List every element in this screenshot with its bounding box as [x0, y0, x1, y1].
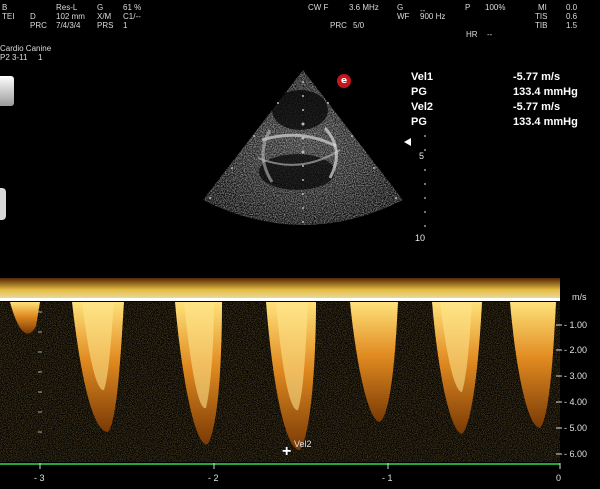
- doppler-spectrum[interactable]: [0, 272, 600, 489]
- time-label-minus2: - 2: [208, 473, 219, 483]
- velocity-tick-2: - 2.00: [564, 345, 588, 355]
- echo-sector-image[interactable]: [0, 0, 600, 270]
- velocity-tick-3: - 3.00: [564, 371, 588, 381]
- velocity-tick-6: - 6.00: [564, 449, 588, 459]
- time-label-minus3: - 3: [34, 473, 45, 483]
- vel2-cursor[interactable]: +: [282, 443, 291, 461]
- velocity-unit: m/s: [572, 292, 587, 302]
- time-label-zero: 0: [556, 473, 562, 483]
- velocity-tick-4: - 4.00: [564, 397, 588, 407]
- velocity-tick-1: - 1.00: [564, 320, 588, 330]
- orientation-logo: e: [337, 74, 351, 88]
- time-label-minus1: - 1: [382, 473, 393, 483]
- velocity-tick-5: - 5.00: [564, 423, 588, 433]
- depth-label-10: 10: [415, 233, 426, 243]
- depth-label-5: 5: [419, 151, 425, 161]
- vel2-cursor-label: Vel2: [294, 439, 312, 449]
